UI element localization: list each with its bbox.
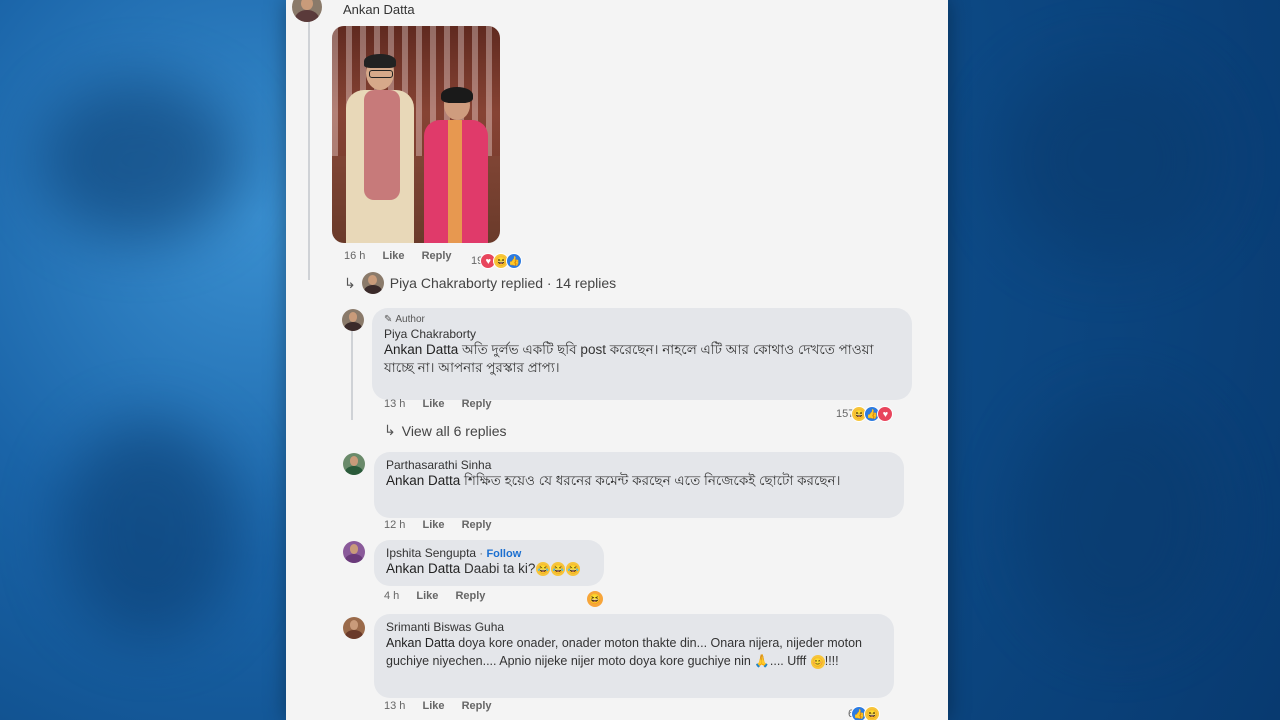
mention-link[interactable]: Ankan Datta <box>386 473 460 488</box>
comment-reactions[interactable]: 157 😆 👍 ♥ <box>836 406 894 422</box>
like-button[interactable]: Like <box>422 700 444 712</box>
mention-link[interactable]: Ankan Datta <box>386 636 455 650</box>
comment-bubble: Parthasarathi Sinha Ankan Datta শিক্ষিত … <box>374 452 904 518</box>
folded-hands-icon: 🙏 <box>754 654 770 668</box>
reply-button[interactable]: Reply <box>462 700 492 712</box>
laughing-emoji-icon: 😂 <box>551 562 566 577</box>
post-reactions[interactable]: 19 ♥ 😆 👍 <box>471 253 523 269</box>
avatar[interactable] <box>292 0 322 22</box>
post-time[interactable]: 16 h <box>344 250 365 262</box>
pencil-icon: ✎ <box>384 314 393 325</box>
like-icon: 👍 <box>506 253 523 269</box>
avatar[interactable] <box>343 453 365 475</box>
thread-line <box>351 330 353 420</box>
comment-body: শিক্ষিত হয়েও যে ধরনের কমেন্ট করছেন এতে … <box>460 473 841 488</box>
view-replies-link[interactable]: ↳ View all 6 replies <box>384 422 507 439</box>
facebook-comment-screen: Ankan Datta 16 h Like Reply 19 ♥ 😆 👍 ↳ P… <box>286 0 948 720</box>
reply-button[interactable]: Reply <box>462 519 492 531</box>
mention-link[interactable]: Ankan Datta <box>384 342 458 357</box>
avatar[interactable] <box>343 617 365 639</box>
comment-actions: 13 h Like Reply <box>384 398 506 410</box>
laughing-emoji-icon: 😂 <box>536 562 551 577</box>
thread-line <box>308 20 310 280</box>
post-author-name[interactable]: Ankan Datta <box>343 2 415 17</box>
like-button[interactable]: Like <box>416 590 438 602</box>
commenter-name[interactable]: Srimanti Biswas Guha <box>386 620 882 634</box>
haha-reaction-icon[interactable]: 😆 <box>587 591 603 607</box>
comment-bubble: Srimanti Biswas Guha Ankan Datta doya ko… <box>374 614 894 698</box>
author-badge: ✎ Author <box>384 314 900 325</box>
author-badge-label: Author <box>395 314 425 325</box>
comment-time[interactable]: 12 h <box>384 519 405 531</box>
comment-actions: 12 h Like Reply <box>384 519 506 531</box>
comment-time[interactable]: 13 h <box>384 398 405 410</box>
comment-actions: 4 h Like Reply <box>384 590 499 602</box>
like-button[interactable]: Like <box>422 519 444 531</box>
comment-body-tail: !!!! <box>824 654 839 668</box>
like-button[interactable]: Like <box>422 398 444 410</box>
comment-body-end: .... Ufff <box>769 654 807 668</box>
comment-body: অতি দুর্লভ একটি ছবি post করেছেন। নাহলে এ… <box>384 342 874 375</box>
comment-bubble: ✎ Author Piya Chakraborty Ankan Datta অত… <box>372 308 912 400</box>
reply-button[interactable]: Reply <box>462 398 492 410</box>
avatar[interactable] <box>343 541 365 563</box>
commenter-name-row: Ipshita Sengupta · Follow <box>386 546 522 560</box>
reply-button[interactable]: Reply <box>422 250 452 262</box>
reply-arrow-icon: ↳ <box>344 274 356 291</box>
laughing-emoji-icon: 😂 <box>566 562 581 577</box>
comment-body: Daabi ta ki? <box>460 561 536 576</box>
commenter-name[interactable]: Parthasarathi Sinha <box>386 458 892 472</box>
comment-actions: 13 h Like Reply <box>384 700 506 712</box>
reply-arrow-icon: ↳ <box>384 422 396 438</box>
post-actions: 16 h Like Reply <box>344 250 466 262</box>
follow-button[interactable]: Follow <box>486 548 521 560</box>
comment-bubble: Ipshita Sengupta · Follow Ankan Datta Da… <box>374 540 604 586</box>
comment-reactions[interactable]: 6 👍 😆 <box>848 706 881 720</box>
avatar[interactable] <box>342 309 364 331</box>
couple-photo[interactable] <box>332 26 500 243</box>
comment-text: Ankan Datta doya kore onader, onader mot… <box>386 634 882 670</box>
haha-icon: 😆 <box>864 706 881 720</box>
commenter-name[interactable]: Piya Chakraborty <box>384 327 900 341</box>
love-icon: ♥ <box>877 406 894 422</box>
mention-link[interactable]: Ankan Datta <box>386 561 460 576</box>
commenter-name[interactable]: Ipshita Sengupta <box>386 546 476 560</box>
reply-button[interactable]: Reply <box>455 590 485 602</box>
comment-text: Ankan Datta শিক্ষিত হয়েও যে ধরনের কমেন্… <box>386 472 892 490</box>
smiling-emoji-icon: 😊 <box>810 654 825 669</box>
replied-summary-link[interactable]: ↳ Piya Chakraborty replied · 14 replies <box>344 272 616 294</box>
view-replies-text: View all 6 replies <box>401 422 507 439</box>
comment-text: Ankan Datta Daabi ta ki? 😂 😂 😂 <box>386 560 592 578</box>
replied-summary-text: Piya Chakraborty replied · 14 replies <box>389 275 617 291</box>
comment-time[interactable]: 4 h <box>384 590 399 602</box>
comment-time[interactable]: 13 h <box>384 700 405 712</box>
avatar <box>361 272 384 294</box>
like-button[interactable]: Like <box>382 250 404 262</box>
comment-text: Ankan Datta অতি দুর্লভ একটি ছবি post করে… <box>384 341 900 377</box>
